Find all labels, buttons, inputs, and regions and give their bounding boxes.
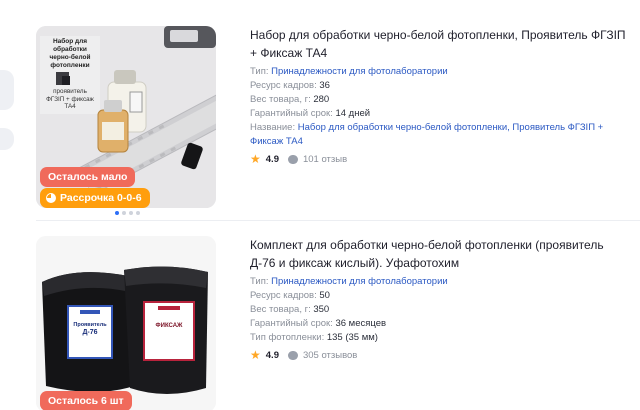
attr-label: Гарантийный срок:	[250, 318, 333, 329]
image-subcaption: проявитель ФГЗIП + фиксаж ТА4	[46, 88, 94, 110]
attr-film-type: Тип фотопленки: 135 (35 мм)	[250, 331, 632, 345]
image-pagination	[115, 211, 140, 215]
attr-label: Ресурс кадров:	[250, 290, 317, 301]
product-card[interactable]: Набор для обработки черно-белой фотоплен…	[36, 22, 628, 218]
attr-value: 350	[313, 304, 330, 315]
attr-value-link[interactable]: Принадлежности для фотолаборатории	[271, 66, 448, 77]
rating-row[interactable]: ★ 4.9 101 отзыв	[250, 153, 632, 165]
product-card[interactable]: Проявитель Д-76 ФИКСАЖ Осталось 6 шт Ком…	[36, 232, 628, 410]
attr-value: 135 (35 мм)	[326, 332, 378, 343]
attr-value-link[interactable]: Принадлежности для фотолаборатории	[271, 276, 448, 287]
attr-label: Название:	[250, 122, 296, 133]
installment-label: Рассрочка 0-0-6	[60, 192, 142, 204]
attr-value: 36 месяцев	[335, 318, 387, 329]
attr-type: Тип: Принадлежности для фотолаборатории	[250, 65, 632, 79]
comment-icon	[287, 350, 298, 360]
attr-label: Вес товара, г:	[250, 304, 311, 315]
attr-value: 36	[319, 80, 330, 91]
product-image[interactable]: Проявитель Д-76 ФИКСАЖ Осталось 6 шт	[36, 236, 216, 410]
attr-weight: Вес товара, г: 280	[250, 93, 632, 107]
product-title[interactable]: Набор для обработки черно-белой фотоплен…	[250, 26, 632, 62]
installment-icon	[46, 193, 56, 203]
comment-icon	[287, 154, 298, 164]
image-caption: Набор для обработки черно-белой фотоплен…	[49, 38, 91, 69]
stock-badge: Осталось 6 шт	[40, 391, 132, 410]
attr-name: Название: Набор для обработки черно-бело…	[250, 121, 632, 149]
attr-value: 280	[313, 94, 330, 105]
attr-label: Тип фотопленки:	[250, 332, 325, 343]
rating-value: 4.9	[265, 153, 279, 165]
attr-weight: Вес товара, г: 350	[250, 303, 632, 317]
star-icon: ★	[250, 152, 261, 166]
attr-label: Вес товара, г:	[250, 94, 311, 105]
attr-label: Тип:	[250, 66, 269, 77]
side-nav-tab[interactable]	[0, 128, 14, 150]
attr-warranty: Гарантийный срок: 36 месяцев	[250, 317, 632, 331]
star-icon: ★	[250, 348, 261, 362]
pagination-dot[interactable]	[136, 211, 140, 215]
attr-type: Тип: Принадлежности для фотолаборатории	[250, 275, 632, 289]
attr-label: Гарантийный срок:	[250, 108, 333, 119]
rating-row[interactable]: ★ 4.9 305 отзывов	[250, 349, 632, 361]
attr-label: Тип:	[250, 276, 269, 287]
product-info: Комплект для обработки черно-белой фотоп…	[250, 236, 632, 361]
attr-value: 50	[319, 290, 330, 301]
stock-badge: Осталось мало	[40, 167, 136, 187]
pagination-dot[interactable]	[129, 211, 133, 215]
attr-frames: Ресурс кадров: 36	[250, 79, 632, 93]
product-title[interactable]: Комплект для обработки черно-белой фотоп…	[250, 236, 632, 272]
reviews-count: 305 отзывов	[302, 349, 358, 361]
attr-value-link[interactable]: Набор для обработки черно-белой фотоплен…	[250, 122, 603, 147]
product-info: Набор для обработки черно-белой фотоплен…	[250, 26, 632, 165]
divider	[36, 220, 640, 221]
attr-value: 14 дней	[335, 108, 371, 119]
rating-value: 4.9	[265, 349, 279, 361]
attr-label: Ресурс кадров:	[250, 80, 317, 91]
side-nav-tab[interactable]	[0, 70, 14, 110]
installment-badge: Рассрочка 0-0-6	[40, 188, 150, 208]
pagination-dot[interactable]	[122, 211, 126, 215]
attr-warranty: Гарантийный срок: 14 дней	[250, 107, 632, 121]
pagination-dot[interactable]	[115, 211, 119, 215]
bag-label-fixer: ФИКСАЖ	[155, 323, 183, 329]
product-image[interactable]: Набор для обработки черно-белой фотоплен…	[36, 26, 216, 208]
reviews-count: 101 отзыв	[302, 153, 348, 165]
bag-label-developer: Проявитель Д-76	[73, 322, 107, 336]
attr-frames: Ресурс кадров: 50	[250, 289, 632, 303]
